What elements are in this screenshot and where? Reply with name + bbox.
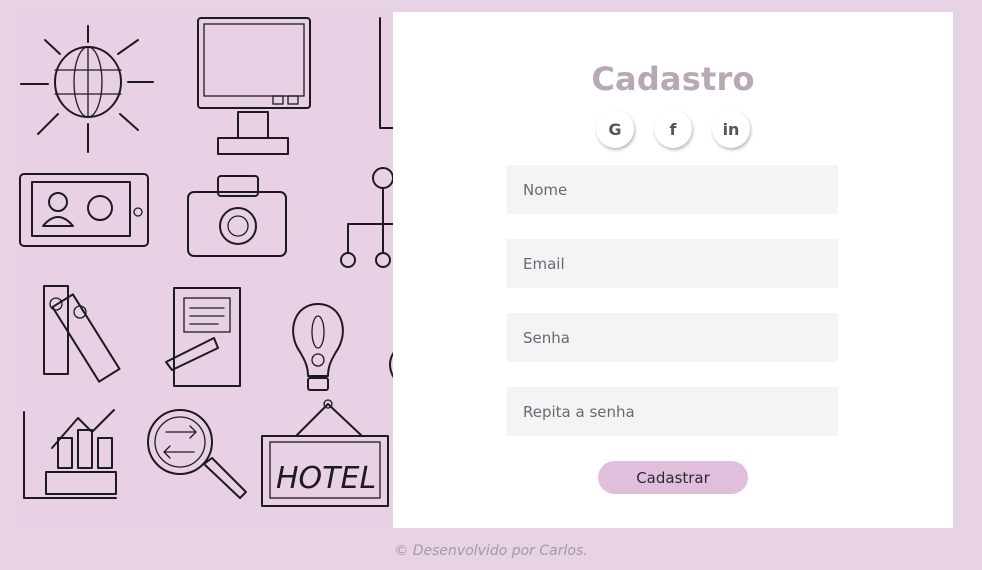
camera-icon [187,175,287,257]
google-button[interactable]: G [596,110,634,148]
password-field[interactable] [507,313,838,362]
name-field[interactable] [507,165,838,214]
doodle-illustration-panel: HOTEL [18,12,393,528]
globe-icon [20,25,154,153]
facebook-button[interactable]: f [654,110,692,148]
form-title: Cadastro [591,60,755,98]
repeat-password-field[interactable] [507,387,838,436]
binders-icon [43,285,121,383]
google-icon: G [608,119,622,139]
linkedin-button[interactable]: in [712,110,750,148]
document-icon [165,287,241,387]
submit-button[interactable]: Cadastrar [598,461,748,494]
linkedin-icon: in [722,119,740,139]
hotel-sign-text: HOTEL [276,461,376,496]
business-doodles-illustration: HOTEL [19,17,393,507]
footer-credit: © Desenvolvido por Carlos. [394,543,588,559]
bar-chart-icon [23,409,117,499]
org-chart-icon [340,167,393,268]
facebook-icon: f [669,119,677,139]
monitor-icon [197,17,311,155]
email-field[interactable] [507,239,838,288]
photo-frame-icon [19,173,149,247]
hotel-sign-icon: HOTEL [261,399,389,507]
lightbulb-icon [292,303,344,391]
social-login-row: G f in [393,110,953,150]
signup-card: Cadastro G f in Cadastrar [393,12,953,528]
magnifier-icon [147,409,247,499]
